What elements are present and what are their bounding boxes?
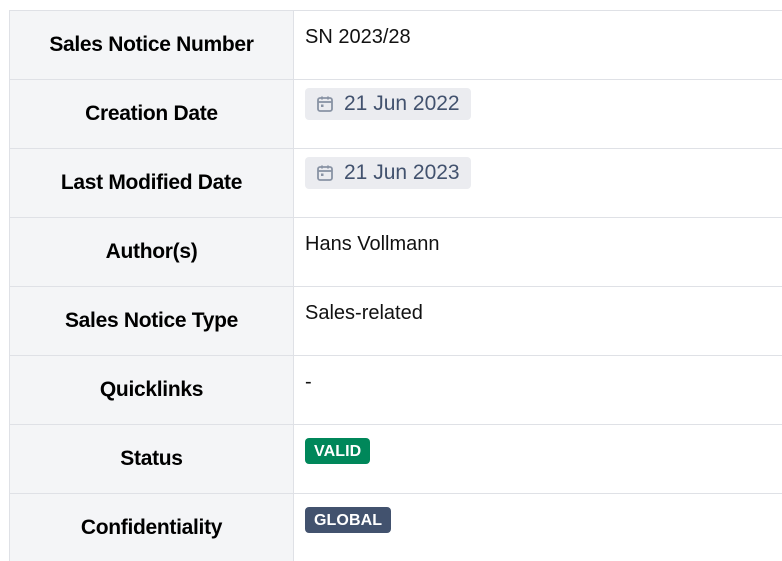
calendar-icon — [317, 96, 333, 112]
status-cell: VALID — [293, 424, 782, 494]
sales-notice-type-cell: Sales-related — [293, 286, 782, 356]
page-properties-view: Sales Notice Number SN 2023/28 Creation … — [0, 0, 782, 561]
table-row: Author(s) Hans Vollmann — [9, 217, 782, 287]
page-properties-table: Sales Notice Number SN 2023/28 Creation … — [9, 10, 782, 561]
table-row: Sales Notice Type Sales-related — [9, 286, 782, 356]
creation-date-label: Creation Date — [9, 79, 294, 149]
confidentiality-badge: GLOBAL — [305, 507, 392, 533]
authors-value: Hans Vollmann — [305, 233, 440, 255]
calendar-icon — [317, 165, 333, 181]
sales-notice-type-value: Sales-related — [305, 302, 423, 324]
quicklinks-cell: - — [293, 355, 782, 425]
last-modified-date-cell: 21 Jun 2023 — [293, 148, 782, 218]
table-row: Confidentiality GLOBAL — [9, 493, 782, 561]
table-row: Sales Notice Number SN 2023/28 — [9, 10, 782, 80]
table-row: Creation Date 21 Jun 2022 — [9, 79, 782, 149]
status-badge: VALID — [305, 438, 371, 464]
creation-date-value: 21 Jun 2022 — [344, 92, 460, 115]
table-row: Quicklinks - — [9, 355, 782, 425]
table-row: Last Modified Date 21 Jun 2023 — [9, 148, 782, 218]
last-modified-date-value: 21 Jun 2023 — [344, 161, 460, 184]
quicklinks-value: - — [305, 371, 312, 393]
sales-notice-number-label: Sales Notice Number — [9, 10, 294, 80]
table-row: Status VALID — [9, 424, 782, 494]
last-modified-date-label: Last Modified Date — [9, 148, 294, 218]
sales-notice-type-label: Sales Notice Type — [9, 286, 294, 356]
authors-label: Author(s) — [9, 217, 294, 287]
status-label: Status — [9, 424, 294, 494]
creation-date-cell: 21 Jun 2022 — [293, 79, 782, 149]
confidentiality-label: Confidentiality — [9, 493, 294, 561]
authors-cell: Hans Vollmann — [293, 217, 782, 287]
confidentiality-cell: GLOBAL — [293, 493, 782, 561]
sales-notice-number-value: SN 2023/28 — [305, 26, 411, 48]
sales-notice-number-cell: SN 2023/28 — [293, 10, 782, 80]
last-modified-date-lozenge[interactable]: 21 Jun 2023 — [305, 157, 471, 189]
creation-date-lozenge[interactable]: 21 Jun 2022 — [305, 88, 471, 120]
quicklinks-label: Quicklinks — [9, 355, 294, 425]
